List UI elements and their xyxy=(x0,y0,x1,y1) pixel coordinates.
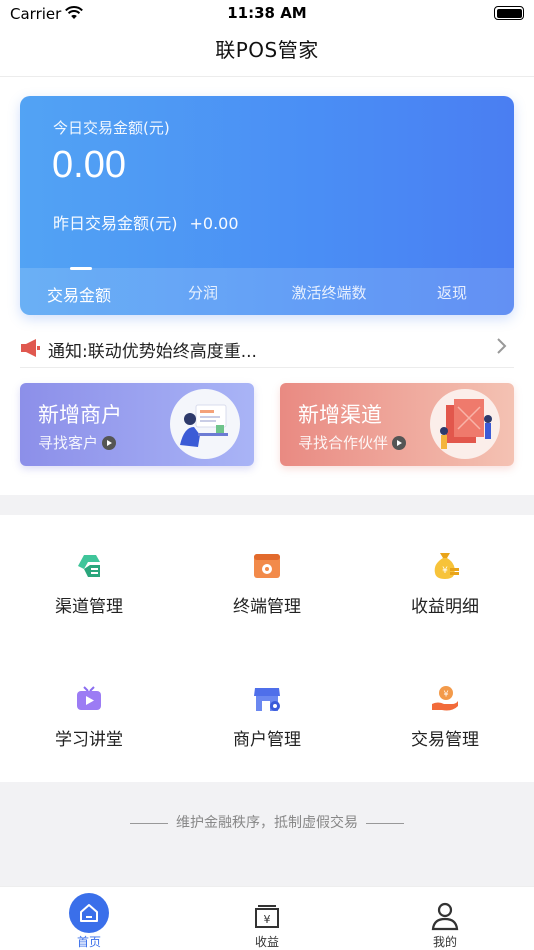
notice-bar[interactable]: 通知:联动优势始终高度重... xyxy=(20,332,514,366)
yesterday-amount-value: +0.00 xyxy=(189,214,239,233)
grid-label: 终端管理 xyxy=(233,597,301,617)
divider-line xyxy=(130,822,168,824)
home-icon xyxy=(69,893,109,933)
status-bar: Carrier 11:38 AM xyxy=(0,0,534,28)
play-icon xyxy=(392,436,407,450)
grid-item-earnings-detail[interactable]: ¥ 收益明细 xyxy=(356,551,534,641)
tabbar-item-home[interactable]: 首页 xyxy=(0,887,178,950)
channel-illustration xyxy=(430,389,500,459)
tab-profit-share[interactable]: 分润 xyxy=(138,282,268,303)
tabbar-label-earnings: 收益 xyxy=(254,935,279,949)
svg-text:¥: ¥ xyxy=(443,690,448,699)
grid-label: 商户管理 xyxy=(233,730,301,750)
card-tab-bar: 交易金额 分润 激活终端数 返现 xyxy=(20,268,514,315)
tab-cashback[interactable]: 返现 xyxy=(390,282,514,303)
add-merchant-card[interactable]: 新增商户 寻找客户 xyxy=(20,383,254,466)
merchant-illustration xyxy=(170,389,240,459)
add-merchant-title: 新增商户 xyxy=(38,403,122,427)
yesterday-amount: 昨日交易金额(元) +0.00 xyxy=(53,210,239,234)
add-channel-subtitle: 寻找合作伙伴 xyxy=(298,432,407,453)
grid-item-terminal-management[interactable]: 终端管理 xyxy=(178,551,356,641)
wallet-icon: ¥ xyxy=(247,893,287,933)
add-channel-title: 新增渠道 xyxy=(298,403,382,427)
megaphone-icon xyxy=(20,337,44,363)
store-icon xyxy=(252,684,282,714)
yesterday-amount-label: 昨日交易金额(元) xyxy=(53,214,178,233)
play-icon xyxy=(102,436,117,450)
section-separator xyxy=(0,495,534,515)
add-merchant-subtitle: 寻找客户 xyxy=(38,432,117,453)
today-amount-label: 今日交易金额(元) xyxy=(53,119,170,137)
tab-transaction-amount[interactable]: 交易金额 xyxy=(20,282,138,306)
find-partners-label: 寻找合作伙伴 xyxy=(298,434,389,452)
slogan-text: 维护金融秩序，抵制虚假交易 xyxy=(176,815,358,831)
notice-text: 通知:联动优势始终高度重... xyxy=(48,342,257,362)
divider-line xyxy=(366,822,404,824)
svg-text:¥: ¥ xyxy=(442,566,448,576)
grid-item-learning-hall[interactable]: 学习讲堂 xyxy=(0,684,178,774)
grid-item-merchant-management[interactable]: 商户管理 xyxy=(178,684,356,774)
tab-activated-terminals[interactable]: 激活终端数 xyxy=(268,282,390,303)
footer-slogan: 维护金融秩序，抵制虚假交易 xyxy=(0,812,534,832)
grid-item-channel-management[interactable]: 渠道管理 xyxy=(0,551,178,641)
grid-label: 交易管理 xyxy=(411,730,479,750)
transaction-summary-card: 今日交易金额(元) 0.00 昨日交易金额(元) +0.00 交易金额 分润 激活… xyxy=(20,96,514,315)
notice-divider xyxy=(20,367,514,368)
channel-icon xyxy=(74,551,104,581)
bottom-tab-bar: 首页 ¥ 收益 我的 xyxy=(0,886,534,950)
chevron-right-icon xyxy=(496,336,508,361)
tabbar-item-mine[interactable]: 我的 xyxy=(356,887,534,950)
grid-label: 学习讲堂 xyxy=(55,730,123,750)
svg-text:¥: ¥ xyxy=(264,913,271,926)
coin-hand-icon: ¥ xyxy=(430,684,460,714)
footer-band: 维护金融秩序，抵制虚假交易 xyxy=(0,782,534,886)
page-title: 联POS管家 xyxy=(215,38,319,62)
terminal-icon xyxy=(252,551,282,581)
grid-label: 渠道管理 xyxy=(55,597,123,617)
nav-divider xyxy=(0,76,534,77)
tabbar-item-earnings[interactable]: ¥ 收益 xyxy=(178,887,356,950)
status-time: 11:38 AM xyxy=(227,4,307,22)
tabbar-label-home: 首页 xyxy=(76,935,101,949)
tv-play-icon xyxy=(74,684,104,714)
add-channel-card[interactable]: 新增渠道 寻找合作伙伴 xyxy=(280,383,514,466)
battery-icon xyxy=(494,6,524,20)
find-customers-label: 寻找客户 xyxy=(38,434,99,452)
money-bag-icon: ¥ xyxy=(430,551,460,581)
tabbar-label-mine: 我的 xyxy=(432,935,457,949)
user-icon xyxy=(425,893,465,933)
today-amount-value: 0.00 xyxy=(52,144,126,186)
grid-label: 收益明细 xyxy=(411,597,479,617)
grid-item-transaction-management[interactable]: ¥ 交易管理 xyxy=(356,684,534,774)
